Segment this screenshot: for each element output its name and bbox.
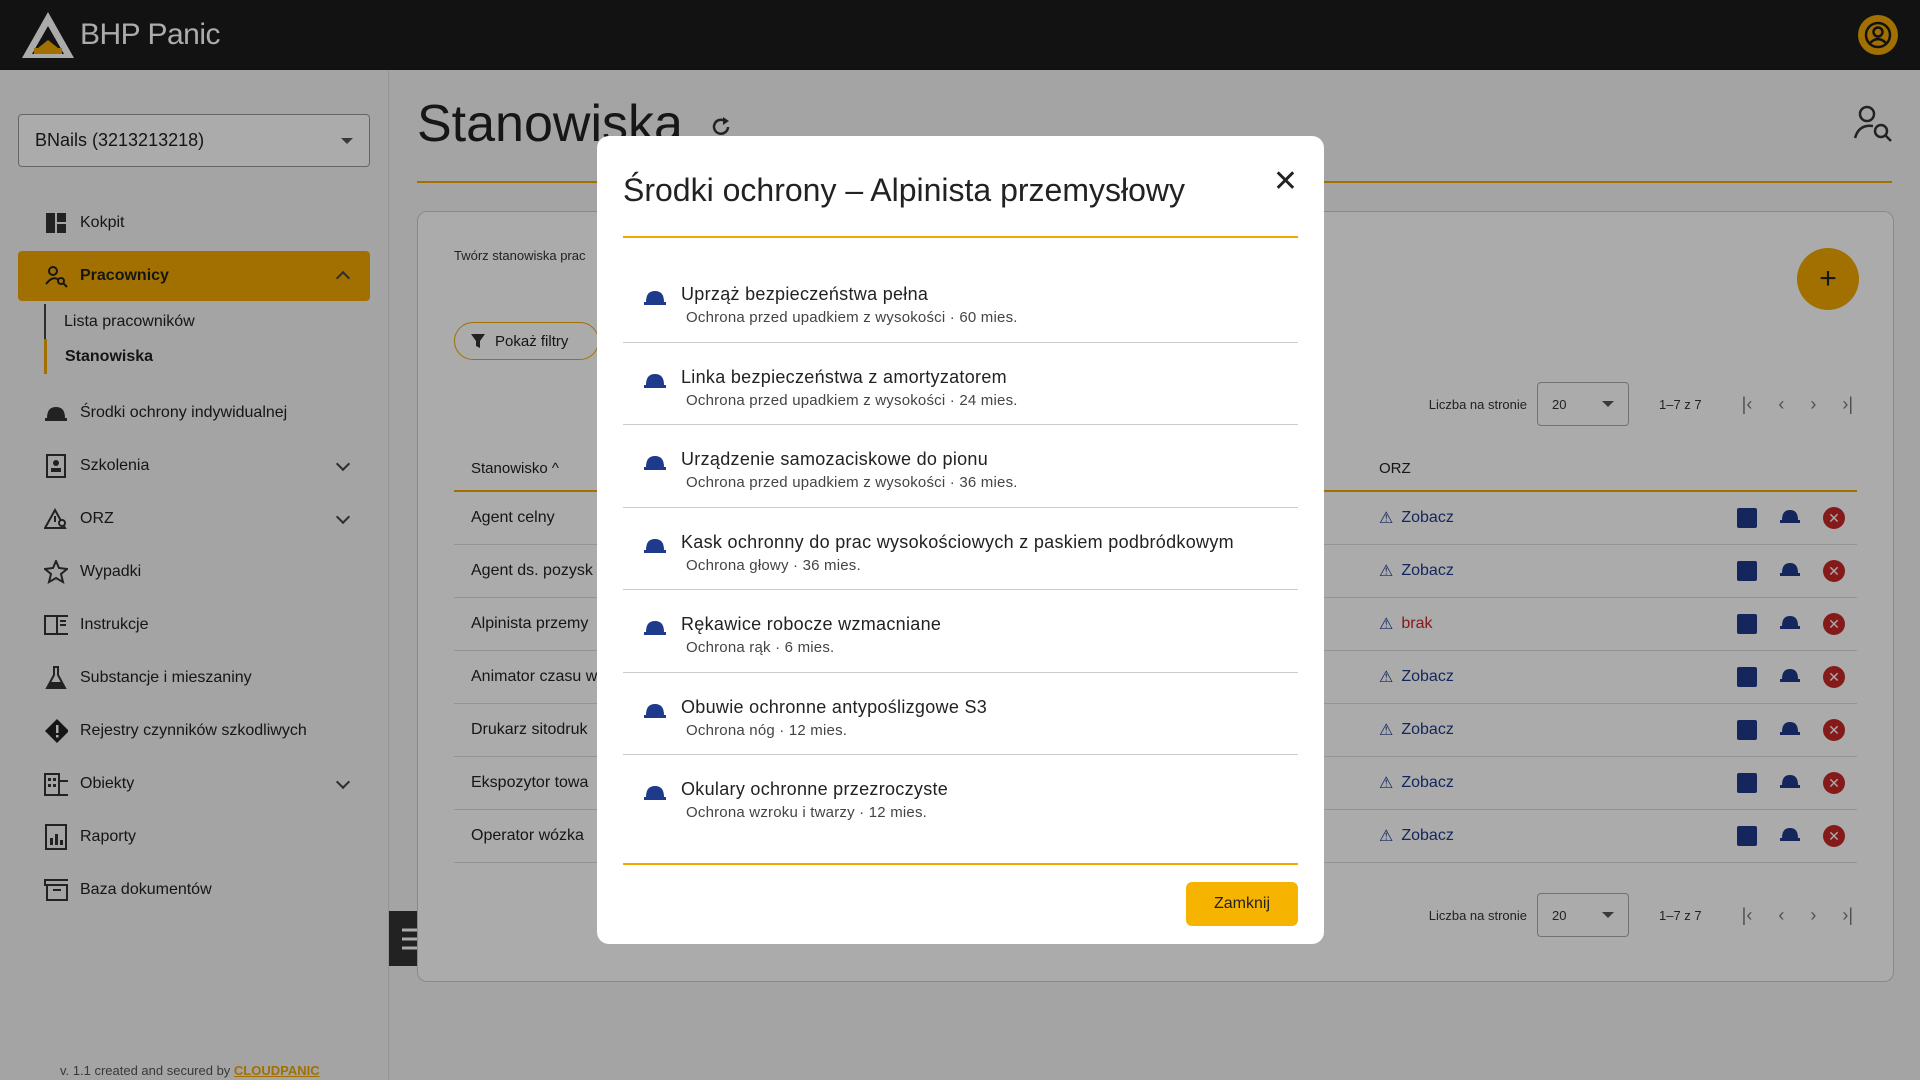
hard-hat-icon bbox=[644, 703, 666, 718]
ppe-item: Urządzenie samozaciskowe do pionu Ochron… bbox=[623, 425, 1298, 508]
dialog-divider-bottom bbox=[623, 863, 1298, 865]
ppe-list: Uprząż bezpieczeństwa pełna Ochrona prze… bbox=[623, 260, 1298, 838]
ppe-description: Ochrona wzroku i twarzy · 12 mies. bbox=[686, 804, 928, 821]
ppe-description: Ochrona głowy · 36 mies. bbox=[686, 556, 861, 574]
hard-hat-icon bbox=[644, 373, 666, 388]
ppe-item: Obuwie ochronne antypoślizgowe S3 Ochron… bbox=[623, 673, 1298, 755]
dialog-divider-top bbox=[623, 236, 1298, 238]
ppe-description: Ochrona przed upadkiem z wysokości · 60 … bbox=[686, 309, 1018, 326]
ppe-dialog: Środki ochrony – Alpinista przemysłowy ✕… bbox=[597, 136, 1324, 944]
ppe-name: Kask ochronny do prac wysokościowych z p… bbox=[681, 531, 1234, 552]
ppe-name: Urządzenie samozaciskowe do pionu bbox=[681, 449, 989, 469]
ppe-description: Ochrona przed upadkiem z wysokości · 24 … bbox=[686, 391, 1018, 409]
ppe-name: Obuwie ochronne antypoślizgowe S3 bbox=[681, 696, 988, 717]
ppe-item: Kask ochronny do prac wysokościowych z p… bbox=[623, 508, 1298, 590]
hard-hat-icon bbox=[644, 621, 666, 635]
ppe-description: Ochrona nóg · 12 mies. bbox=[686, 721, 848, 739]
ppe-description: Ochrona rąk · 6 mies. bbox=[686, 639, 835, 656]
ppe-name: Linka bezpieczeństwa z amortyzatorem bbox=[681, 366, 1007, 387]
close-button[interactable]: Zamknij bbox=[1186, 882, 1298, 926]
ppe-name: Rękawice robocze wzmacniane bbox=[681, 614, 942, 634]
ppe-name: Uprząż bezpieczeństwa pełna bbox=[681, 284, 929, 304]
ppe-description: Ochrona przed upadkiem z wysokości · 36 … bbox=[686, 474, 1018, 491]
ppe-name: Okulary ochronne przezroczyste bbox=[681, 779, 949, 799]
ppe-item: Okulary ochronne przezroczyste Ochrona w… bbox=[623, 755, 1298, 838]
hard-hat-icon bbox=[644, 291, 666, 305]
hard-hat-icon bbox=[644, 456, 666, 470]
ppe-item: Linka bezpieczeństwa z amortyzatorem Och… bbox=[623, 343, 1298, 425]
hard-hat-icon bbox=[644, 786, 666, 800]
ppe-item: Rękawice robocze wzmacniane Ochrona rąk … bbox=[623, 590, 1298, 673]
close-icon[interactable]: ✕ bbox=[1273, 164, 1298, 199]
dialog-title: Środki ochrony – Alpinista przemysłowy bbox=[623, 172, 1186, 208]
ppe-item: Uprząż bezpieczeństwa pełna Ochrona prze… bbox=[623, 260, 1298, 343]
hard-hat-icon bbox=[644, 538, 666, 553]
